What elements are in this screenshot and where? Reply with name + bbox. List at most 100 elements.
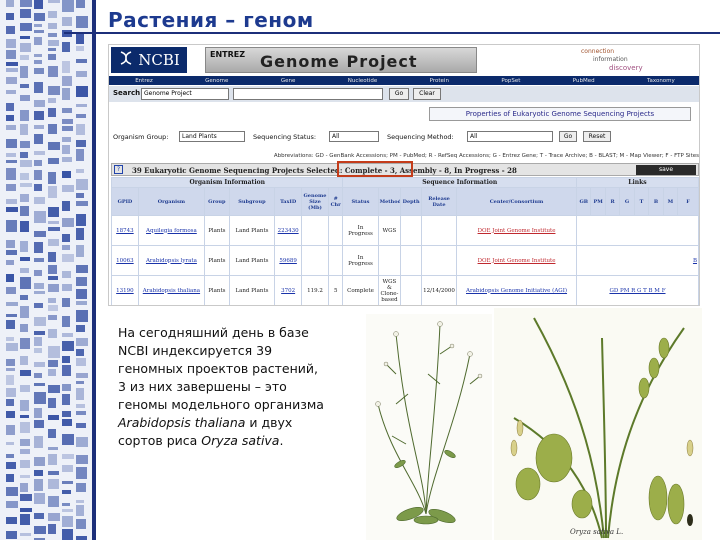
barcode-bar (6, 77, 17, 84)
col-release-date[interactable]: Release Date (420, 187, 458, 216)
barcode-bar (48, 305, 58, 311)
barcode-bar (6, 314, 17, 317)
barcode-bar (20, 141, 30, 148)
col-f: F (677, 187, 699, 216)
col-status[interactable]: Status (342, 187, 379, 216)
gpid-link[interactable]: 18743 (116, 228, 134, 234)
center-link[interactable]: Arabidopsis Genome Initiative (AGI) (466, 288, 567, 294)
col-method[interactable]: Method (377, 187, 402, 216)
barcode-bar (62, 76, 72, 86)
method-cell: WGS (377, 215, 402, 246)
barcode-bar (76, 467, 87, 479)
genome-project-title: Genome Project (260, 52, 418, 71)
barcode-bar (48, 276, 58, 280)
barcode-bar (20, 268, 29, 273)
filter-reset-button[interactable]: Reset (583, 131, 611, 142)
sequencing-method-select[interactable]: All (467, 131, 553, 142)
col-group[interactable]: Group (203, 187, 230, 216)
description-line: геномных проектов растений, (118, 361, 319, 376)
taxid-link[interactable]: 223430 (278, 228, 299, 234)
taxid-link[interactable]: 3702 (281, 288, 295, 294)
barcode-bar (6, 90, 16, 94)
organism-link[interactable]: Arabidopsis lyrata (146, 258, 197, 264)
taxid-link[interactable]: 59689 (279, 258, 297, 264)
barcode-bar (48, 479, 59, 489)
links-cell[interactable]: GD PM R G T B M F (575, 275, 699, 305)
barcode-bar (48, 447, 58, 450)
barcode-bar (6, 337, 14, 341)
barcode-bar (62, 529, 73, 540)
barcode-bar (20, 0, 32, 7)
organism-link[interactable]: Arabidopsis thaliana (143, 288, 200, 294)
search-go-button[interactable]: Go (389, 88, 409, 100)
description-prefix: сортов риса (118, 433, 202, 448)
links-cell[interactable]: B (575, 245, 699, 276)
nav-item-gene[interactable]: Gene (281, 78, 296, 84)
barcode-bar (48, 124, 57, 134)
barcode-bar (62, 356, 70, 363)
gpid-link[interactable]: 10063 (116, 258, 134, 264)
barcode-bar (20, 277, 31, 289)
nav-item-pubmed[interactable]: PubMed (573, 78, 595, 84)
barcode-bar (20, 415, 29, 418)
search-database-select[interactable]: Genome Project (141, 88, 229, 100)
nav-item-genome[interactable]: Genome (205, 78, 228, 84)
col-depth[interactable]: Depth (400, 187, 422, 216)
organism-group-select[interactable]: Land Plants (179, 131, 245, 142)
barcode-bar (20, 173, 29, 180)
barcode-bar (6, 274, 14, 282)
col-chr[interactable]: # Chr (327, 187, 344, 216)
nav-item-entrez[interactable]: Entrez (135, 78, 153, 84)
barcode-bar (76, 46, 84, 51)
barcode-bar (62, 171, 71, 178)
decorative-barcode-strip (0, 0, 92, 540)
barcode-bar (20, 221, 29, 232)
barcode-bar (20, 9, 31, 18)
arabidopsis-illustration (366, 314, 492, 540)
center-link[interactable]: DOE Joint Genome Institute (478, 228, 556, 234)
description-end: . (279, 433, 284, 448)
barcode-bar (20, 43, 31, 52)
col-genome-size[interactable]: Genome Size (Mb) (301, 187, 329, 216)
nav-item-taxonomy[interactable]: Taxonomy (647, 78, 675, 84)
barcode-bar (76, 277, 87, 286)
col-organism[interactable]: Organism (137, 187, 205, 216)
subgroup-cell: Land Plants (228, 275, 276, 305)
barcode-bar (48, 369, 56, 376)
nav-item-protein[interactable]: Protein (430, 78, 449, 84)
nav-item-nucleotide[interactable]: Nucleotide (348, 78, 377, 84)
barcode-bar (34, 184, 42, 191)
barcode-bar (62, 185, 74, 192)
barcode-bar (20, 439, 30, 446)
barcode-bar (62, 42, 70, 52)
barcode-bar (20, 23, 32, 31)
barcode-bar (76, 265, 88, 273)
barcode-bar (34, 408, 42, 418)
help-icon[interactable]: ? (114, 165, 123, 174)
col-subgroup[interactable]: Subgroup (228, 187, 276, 216)
search-clear-button[interactable]: Clear (413, 88, 441, 100)
gpid-link[interactable]: 13190 (116, 288, 134, 294)
barcode-bar (20, 183, 32, 187)
barcode-bar (34, 258, 44, 262)
ncbi-logo[interactable]: NCBI (111, 47, 187, 73)
col-center[interactable]: Center/Consortium (456, 187, 577, 216)
barcode-bar (62, 218, 74, 227)
barcode-bar (6, 168, 16, 180)
filter-go-button[interactable]: Go (559, 131, 577, 142)
nav-item-popset[interactable]: PopSet (501, 78, 520, 84)
barcode-bar (6, 184, 16, 191)
barcode-bar (6, 517, 17, 524)
sequencing-status-select[interactable]: All (329, 131, 379, 142)
col-gpid[interactable]: GPID (111, 187, 139, 216)
search-input[interactable] (233, 88, 383, 100)
barcode-bar (76, 169, 84, 173)
center-link[interactable]: DOE Joint Genome Institute (478, 258, 556, 264)
barcode-bar (62, 341, 74, 351)
col-taxid[interactable]: TaxID (274, 187, 303, 216)
barcode-bar (76, 0, 85, 8)
organism-link[interactable]: Aquilegia formosa (146, 228, 197, 234)
chr-cell (327, 245, 344, 276)
save-button[interactable]: save (636, 165, 696, 175)
barcode-bar (34, 383, 45, 386)
